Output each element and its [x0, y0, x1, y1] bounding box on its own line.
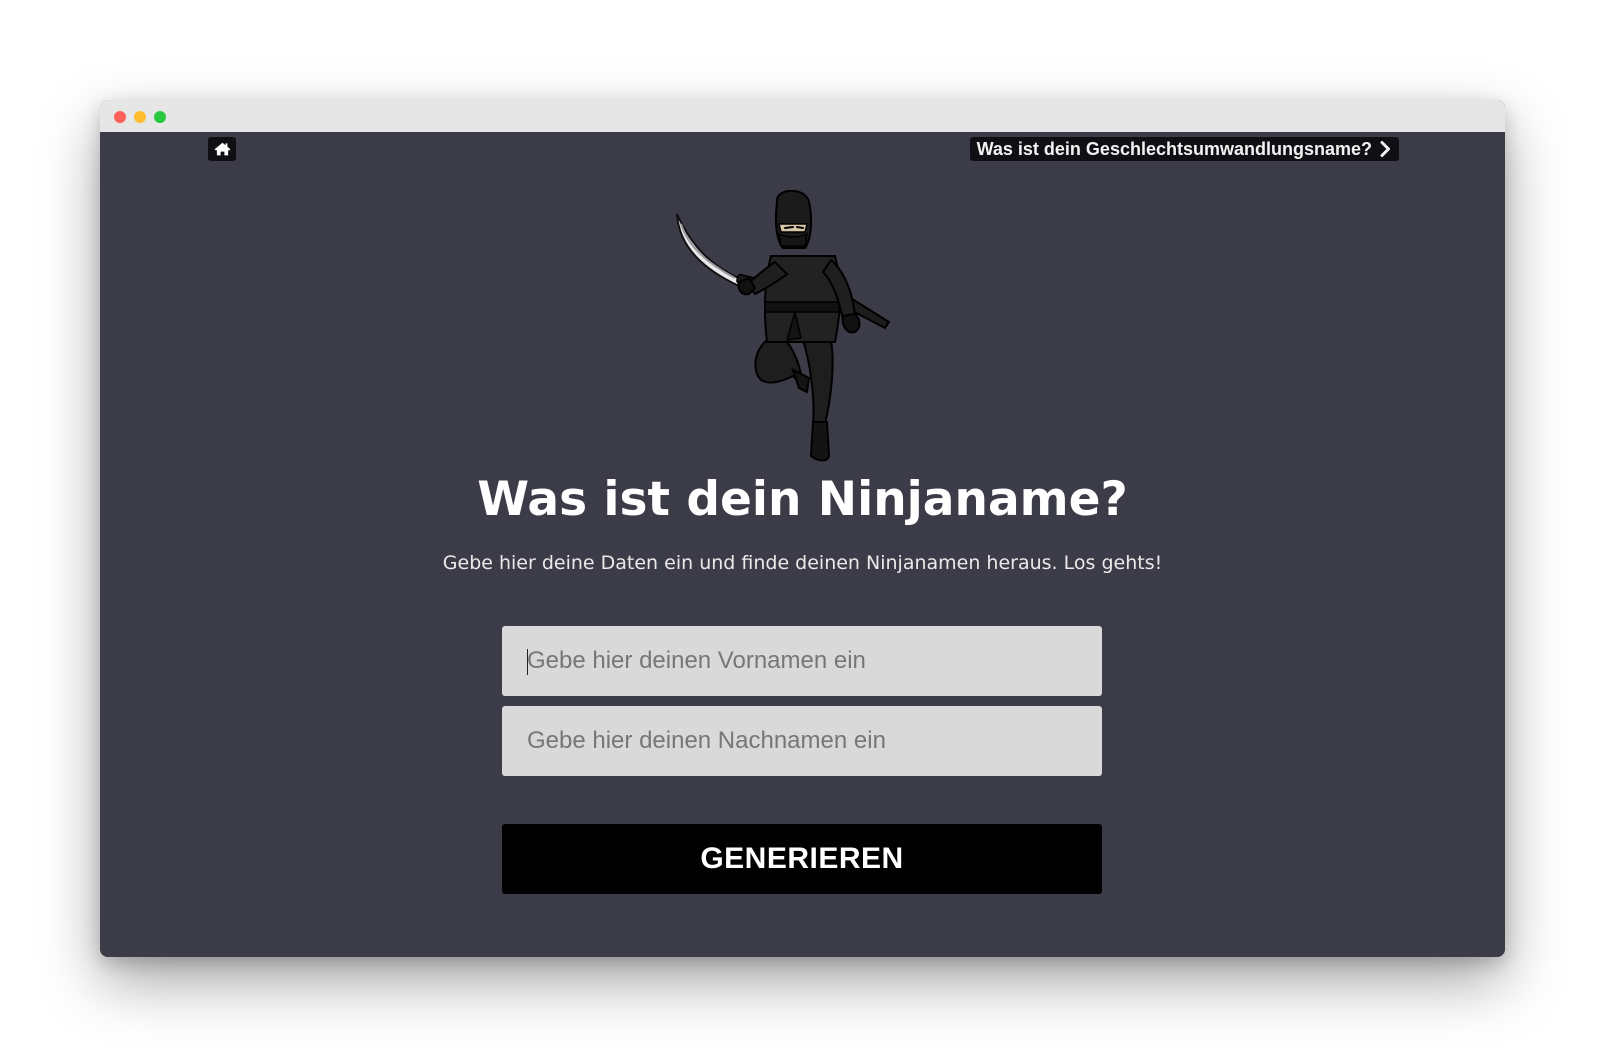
page-content: Was ist dein Geschlechtsumwandlungsname? — [100, 132, 1505, 957]
text-cursor — [527, 649, 528, 675]
minimize-window-button[interactable] — [134, 111, 146, 123]
chevron-right-icon — [1380, 141, 1390, 157]
home-icon — [214, 142, 230, 156]
ninja-illustration — [676, 190, 891, 462]
browser-window: Was ist dein Geschlechtsumwandlungsname? — [100, 100, 1505, 957]
home-button[interactable] — [208, 137, 236, 161]
maximize-window-button[interactable] — [154, 111, 166, 123]
window-titlebar — [100, 100, 1505, 132]
last-name-input[interactable] — [502, 706, 1102, 776]
page-title: Was ist dein Ninjaname? — [477, 472, 1128, 527]
next-generator-link[interactable]: Was ist dein Geschlechtsumwandlungsname? — [969, 137, 1399, 161]
close-window-button[interactable] — [114, 111, 126, 123]
next-generator-label: Was ist dein Geschlechtsumwandlungsname? — [976, 138, 1372, 159]
generate-button[interactable]: GENERIEREN — [502, 824, 1102, 894]
first-name-input[interactable] — [502, 626, 1102, 696]
page-subtitle: Gebe hier deine Daten ein und finde dein… — [442, 552, 1163, 574]
